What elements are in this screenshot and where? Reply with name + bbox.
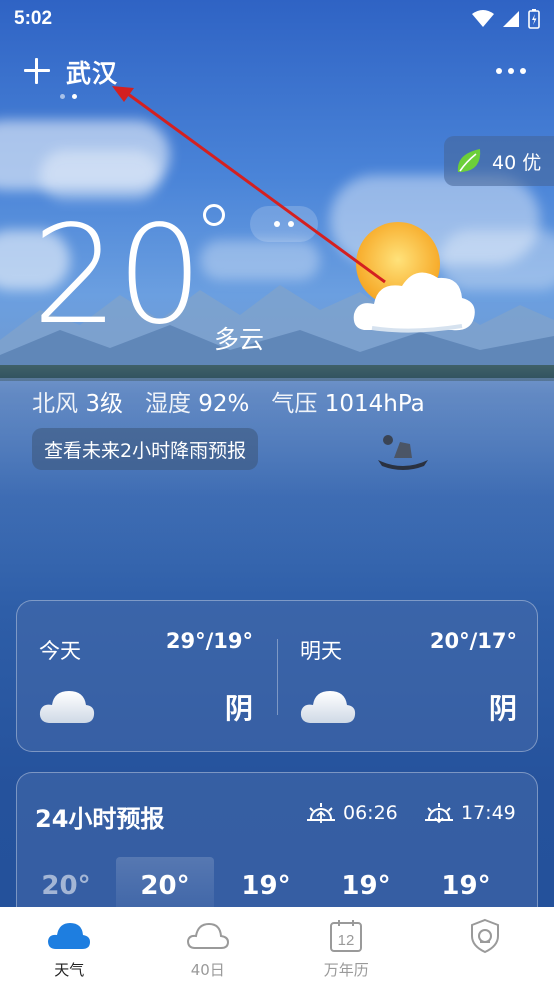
today-condition: 阴 — [224, 692, 253, 725]
pressure-value: 1014hPa — [324, 391, 425, 417]
calendar-icon: 12 — [330, 920, 363, 952]
aqi-text: 40 优 — [492, 151, 542, 174]
leaf-icon — [457, 149, 481, 172]
tab-shield[interactable] — [416, 907, 554, 984]
system-icons — [472, 9, 540, 29]
bottom-tab-bar: 天气 40日 12 万年历 — [0, 907, 554, 984]
city-page-indicator — [60, 94, 77, 99]
humidity-label: 湿度 — [144, 391, 191, 417]
today-label: 今天 — [39, 639, 81, 663]
weather-more-button[interactable] — [250, 206, 318, 242]
add-city-button[interactable] — [22, 56, 52, 86]
partly-cloudy-icon — [353, 222, 475, 333]
wifi-icon — [472, 10, 494, 27]
humidity-value: 92% — [198, 391, 250, 417]
wind-value: 3级 — [85, 391, 123, 417]
more-menu-button[interactable] — [496, 68, 526, 74]
cloud-filled-icon — [48, 923, 91, 949]
top-bar: 武汉 — [0, 52, 554, 99]
tomorrow-label: 明天 — [300, 639, 342, 663]
wind-label: 北风 — [32, 391, 78, 417]
cloud-icon — [39, 691, 95, 723]
tomorrow-column[interactable]: 明天 20°/17° 阴 — [278, 601, 539, 753]
tab-weather[interactable]: 天气 — [0, 907, 139, 984]
cloud-icon — [300, 691, 356, 723]
tab-calendar[interactable]: 12 万年历 — [277, 907, 416, 984]
aqi-badge[interactable]: 40 优 — [444, 136, 554, 186]
current-condition: 多云 — [214, 325, 265, 354]
tomorrow-condition: 阴 — [488, 692, 517, 725]
sunrise-time: 06:26 — [343, 802, 398, 824]
current-temperature: 20 — [32, 197, 203, 355]
degree-symbol — [203, 204, 225, 226]
status-time: 5:02 — [14, 8, 53, 29]
sunset-icon — [425, 803, 453, 824]
cloud-outline-icon — [186, 922, 229, 949]
tab-40day-label: 40日 — [190, 961, 225, 979]
city-name[interactable]: 武汉 — [66, 54, 118, 90]
tomorrow-range: 20°/17° — [429, 629, 517, 653]
today-column[interactable]: 今天 29°/19° 阴 — [17, 601, 277, 753]
today-range: 29°/19° — [165, 629, 253, 653]
pressure-label: 气压 — [271, 391, 318, 417]
sunset-time: 17:49 — [461, 802, 516, 824]
sunrise: 06:26 — [305, 801, 398, 825]
sunset: 17:49 — [423, 801, 516, 825]
tab-calendar-label: 万年历 — [323, 961, 369, 979]
hourly-title: 24小时预报 — [35, 805, 165, 833]
tab-weather-label: 天气 — [54, 961, 85, 979]
daily-summary-card[interactable]: 今天 29°/19° 阴 明天 20°/17° 阴 — [16, 600, 538, 752]
tab-40day[interactable]: 40日 — [139, 907, 278, 984]
svg-text:12: 12 — [338, 932, 355, 949]
current-details: 北风 3级 湿度 92% 气压 1014hPa — [32, 384, 425, 418]
sunrise-icon — [307, 803, 335, 823]
rain-forecast-button[interactable]: 查看未来2小时降雨预报 — [32, 428, 259, 470]
signal-icon — [503, 11, 519, 27]
battery-icon — [528, 9, 540, 29]
status-bar: 5:02 — [0, 0, 554, 38]
shield-icon — [470, 918, 499, 954]
